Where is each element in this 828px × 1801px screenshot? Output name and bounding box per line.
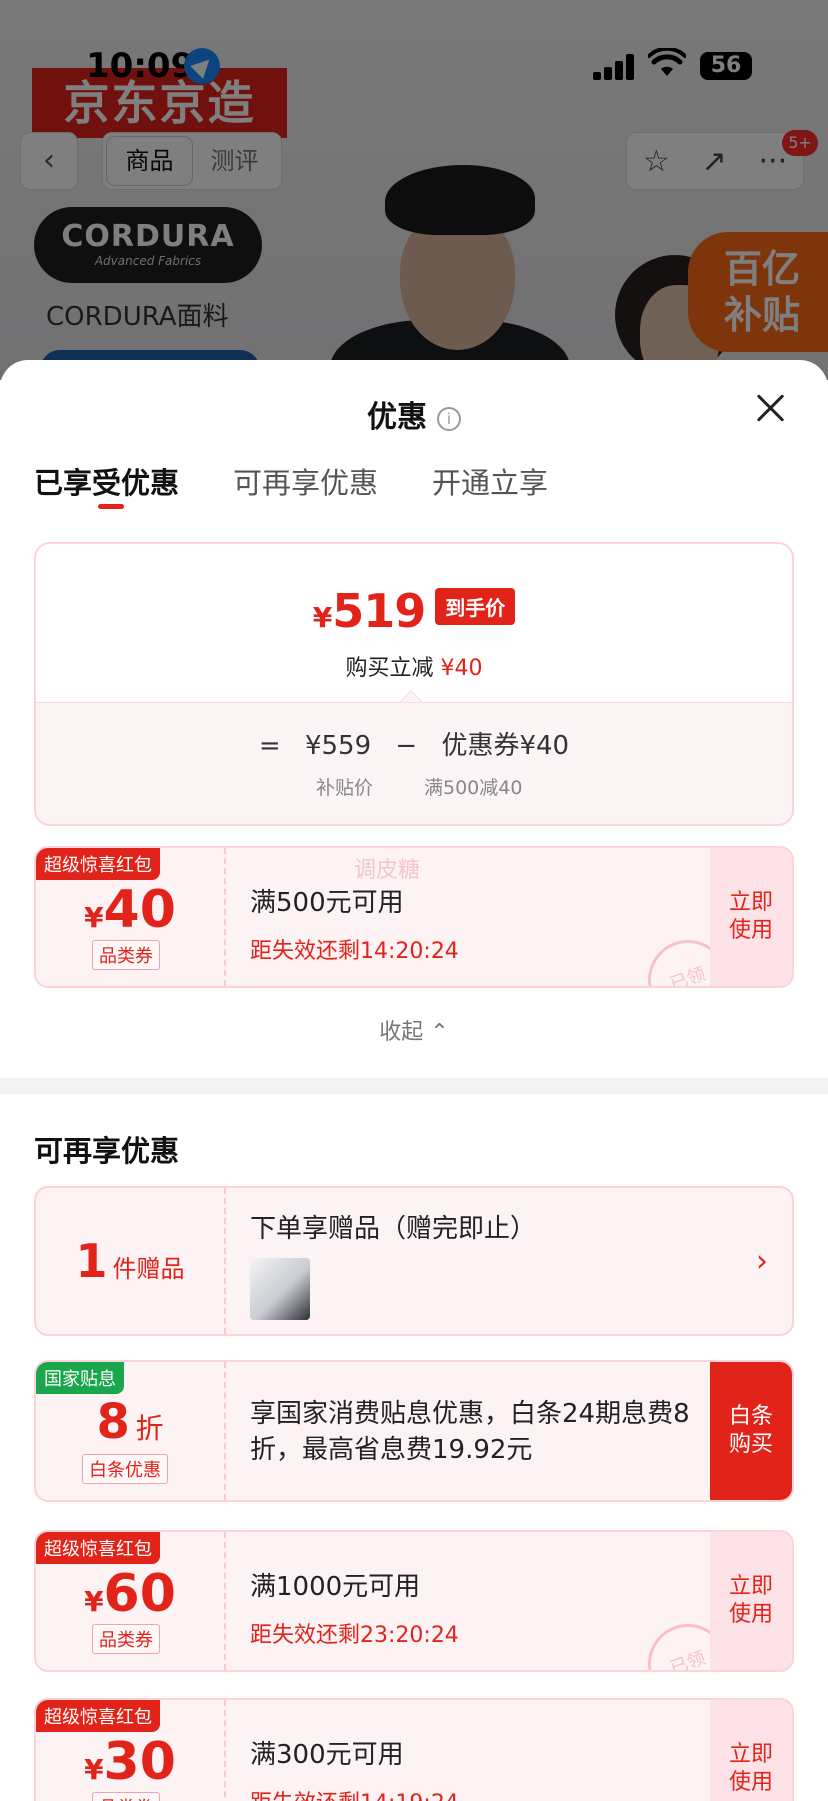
formula-coupon: 优惠券¥40 [441, 731, 570, 761]
baitiao-discount-value: 8 [96, 1394, 130, 1450]
coupon-ribbon: 超级惊喜红包 [36, 1700, 160, 1732]
info-icon[interactable]: i [437, 407, 461, 431]
gift-thumbnail[interactable] [250, 1258, 310, 1320]
instant-discount-label: 购买立减 [345, 656, 434, 681]
use-now-button[interactable]: 立即使用 [710, 848, 792, 986]
base-price-label: 补贴价 [316, 777, 374, 799]
coupon-card-30: 超级惊喜红包 ¥30 品类券 满300元可用 距失效还剩14:19:24 立即使… [34, 1698, 794, 1801]
coupon-divider [224, 1700, 226, 1801]
coupon-condition: 满1000元可用 [250, 1572, 421, 1602]
coupon-divider [224, 848, 226, 986]
coupon-condition: 满500元可用 [250, 888, 404, 918]
gift-count-number: 1 [75, 1234, 108, 1288]
coupon-ribbon: 超级惊喜红包 [36, 1532, 160, 1564]
gift-title: 下单享赠品（赠完即止） [250, 1214, 537, 1244]
coupon-value: 60 [103, 1564, 176, 1624]
more-discounts-title: 可再享优惠 [34, 1134, 180, 1168]
chevron-right-icon[interactable]: › [756, 1244, 768, 1279]
baitiao-ribbon: 国家贴息 [36, 1362, 124, 1394]
gift-count-unit: 件赠品 [112, 1255, 185, 1283]
use-now-button[interactable]: 立即使用 [710, 1700, 792, 1801]
discount-sheet: 优惠 i 已享受优惠 可再享优惠 开通立享 ¥519 到手价 购买立减 ¥40 = … [0, 360, 828, 1801]
coupon-currency: ¥ [84, 1753, 104, 1786]
final-price: 519 [332, 584, 426, 638]
discount-tabs: 已享受优惠 可再享优惠 开通立享 [34, 460, 548, 509]
final-price-tag: 到手价 [435, 588, 516, 625]
coupon-type: 品类券 [92, 940, 160, 970]
modal-overlay[interactable] [0, 0, 828, 380]
use-now-button[interactable]: 立即使用 [710, 1532, 792, 1670]
final-price-row: ¥519 到手价 [36, 584, 792, 638]
baitiao-buy-button[interactable]: 白条购买 [710, 1362, 792, 1500]
instant-discount-row: 购买立减 ¥40 [36, 650, 792, 682]
sheet-title-text: 优惠 [367, 400, 427, 435]
coupon-rule-label: 满500减40 [424, 777, 523, 799]
final-price-currency: ¥ [312, 601, 333, 634]
gift-card[interactable]: 1 件赠品 下单享赠品（赠完即止） › [34, 1186, 794, 1336]
price-formula: = ¥559 − 优惠券¥40 [36, 725, 792, 762]
coupon-expire: 距失效还剩14:19:24 [250, 1785, 459, 1801]
coupon-value: 30 [103, 1732, 176, 1792]
coupon-type: 品类券 [92, 1792, 160, 1801]
baitiao-divider [224, 1362, 226, 1500]
coupon-type: 品类券 [92, 1624, 160, 1654]
tab-applied-discounts[interactable]: 已享受优惠 [34, 460, 179, 509]
coupon-value: 40 [103, 880, 176, 940]
baitiao-discount-unit: 折 [135, 1412, 164, 1445]
coupon-amount: ¥40 [36, 880, 224, 940]
formula-base-price: ¥559 [304, 731, 372, 761]
baitiao-card: 国家贴息 8 折 白条优惠 享国家消费贴息优惠，白条24期息费8折，最高省息费1… [34, 1360, 794, 1502]
baitiao-discount: 8 折 [36, 1394, 224, 1450]
collapse-toggle[interactable]: 收起 ⌃ [0, 1014, 828, 1046]
coupon-divider [224, 1532, 226, 1670]
watermark-text: 调皮糖 [354, 858, 421, 883]
formula-minus: − [395, 731, 418, 761]
coupon-ribbon: 超级惊喜红包 [36, 848, 160, 880]
coupon-expire: 距失效还剩23:20:24 [250, 1623, 459, 1648]
section-separator [0, 1078, 828, 1094]
gift-count: 1 件赠品 [36, 1188, 224, 1334]
coupon-card-60: 超级惊喜红包 ¥60 品类券 满1000元可用 距失效还剩23:20:24 已领… [34, 1530, 794, 1672]
baitiao-text: 享国家消费贴息优惠，白条24期息费8折，最高省息费19.92元 [250, 1399, 690, 1465]
coupon-amount: ¥60 [36, 1564, 224, 1624]
baitiao-type: 白条优惠 [82, 1454, 168, 1484]
tab-more-discounts[interactable]: 可再享优惠 [233, 460, 378, 502]
gift-divider [224, 1188, 226, 1334]
coupon-expire: 距失效还剩14:20:24 [250, 939, 459, 964]
coupon-card-40: 超级惊喜红包 ¥40 品类券 调皮糖 满500元可用 距失效还剩14:20:24… [34, 846, 794, 988]
coupon-currency: ¥ [84, 1585, 104, 1618]
instant-discount-amount: ¥40 [440, 656, 483, 681]
close-icon[interactable] [752, 390, 788, 426]
formula-equals: = [258, 731, 281, 761]
tab-open-to-enjoy[interactable]: 开通立享 [432, 460, 548, 502]
sheet-title: 优惠 i [0, 392, 828, 436]
price-summary-card: ¥519 到手价 购买立减 ¥40 = ¥559 − 优惠券¥40 补贴价 满50… [34, 542, 794, 826]
coupon-condition: 满300元可用 [250, 1740, 404, 1770]
coupon-amount: ¥30 [36, 1732, 224, 1792]
coupon-currency: ¥ [84, 901, 104, 934]
